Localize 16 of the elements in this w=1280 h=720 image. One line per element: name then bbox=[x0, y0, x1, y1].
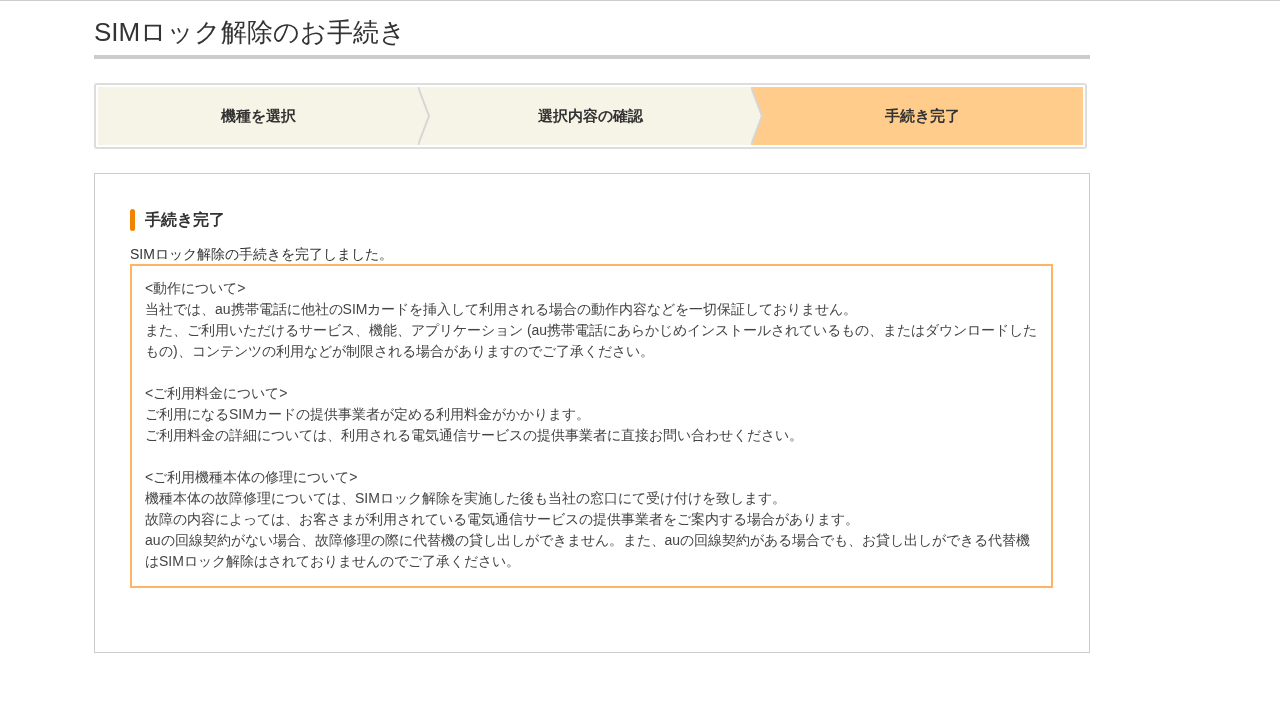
page-title: SIMロック解除のお手続き bbox=[94, 1, 1090, 59]
section-heading: 手続き完了 bbox=[145, 210, 225, 230]
completion-message: SIMロック解除の手続きを完了しました。 bbox=[130, 245, 394, 264]
notice-text: 当社では、au携帯電話に他社のSIMカードを挿入して利用される場合の動作内容などを一切保証しておりません。 bbox=[145, 300, 859, 319]
progress-step: 手続き完了 bbox=[762, 87, 1083, 145]
heading-accent-bar bbox=[130, 209, 135, 231]
notice-text: ご利用料金の詳細については、利用される電気通信サービスの提供事業者に直接お問い合わせください。 bbox=[145, 426, 804, 445]
notice-heading: <動作について> bbox=[145, 279, 247, 298]
notice-heading: <ご利用料金について> bbox=[145, 384, 289, 403]
notice-text: また、ご利用いただけるサービス、機能、アプリケーション (au携帯電話にあらかじめインストールされているもの、またはダウンロードしたもの)、コンテンツの利用などが制限される場合がありますのでご了承ください。 bbox=[145, 321, 1038, 361]
progress-step: 機種を選択 bbox=[98, 87, 419, 145]
notice-heading: <ご利用機種本体の修理について> bbox=[145, 468, 359, 487]
notice-text: 機種本体の故障修理については、SIMロック解除を実施した後も当社の窓口にて受け付けを致します。 bbox=[145, 489, 787, 508]
notice-text: auの回線契約がない場合、故障修理の際に代替機の貸し出しができません。また、auの回線契約がある場合でも、お貸し出しができる代替機はSIMロック解除はされておりませんのでご了承ください。 bbox=[145, 531, 1032, 571]
notice-text: 故障の内容によっては、お客さまが利用されている電気通信サービスの提供事業者をご案内する場合があります。 bbox=[145, 510, 860, 529]
notice-text: ご利用になるSIMカードの提供事業者が定める利用料金がかかります。 bbox=[145, 405, 591, 424]
